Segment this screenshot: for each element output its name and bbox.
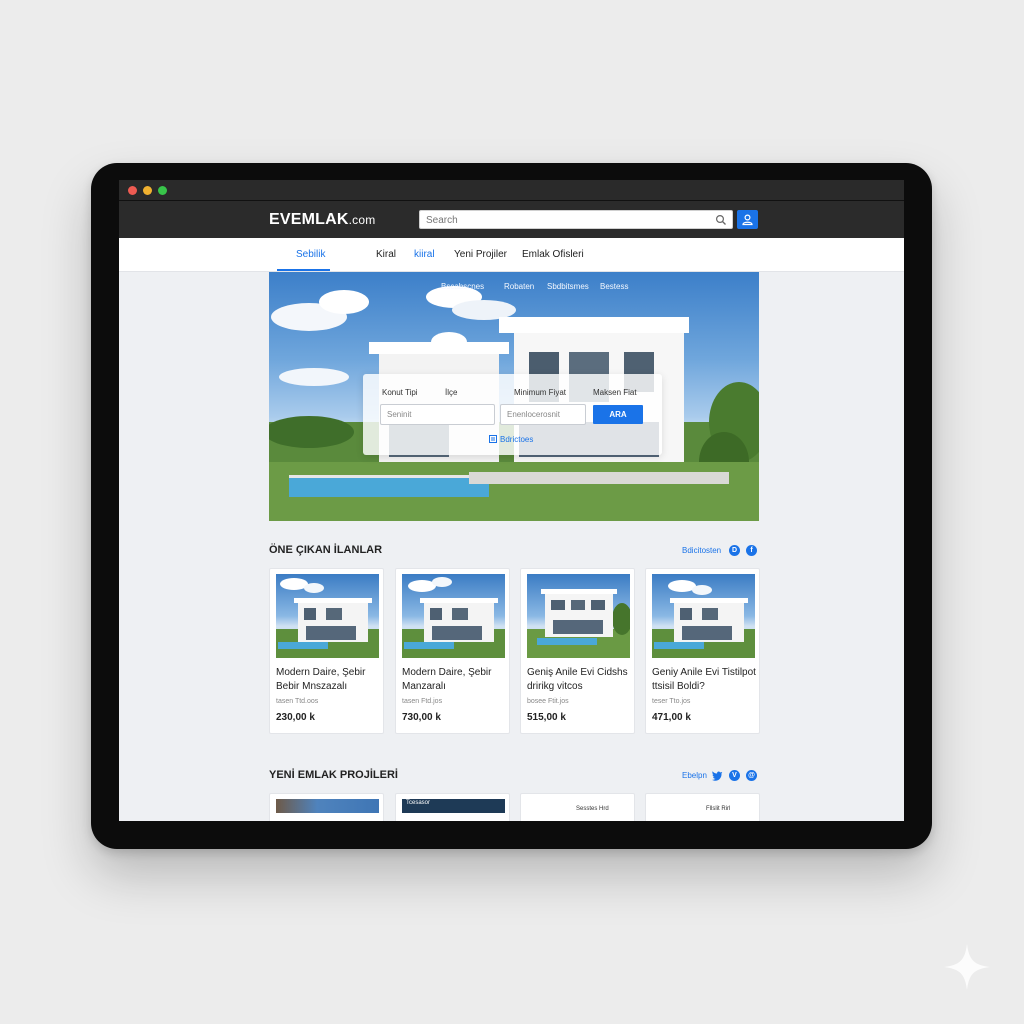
- listing-photo: [402, 574, 505, 658]
- label-konut-tipi: Konut Tipi: [382, 388, 418, 397]
- advanced-search-link[interactable]: Bdrictoes: [489, 435, 533, 444]
- listing-photo: [527, 574, 630, 658]
- minimize-window-dot[interactable]: [143, 186, 152, 195]
- listing-photo: [276, 574, 379, 658]
- user-icon: [742, 214, 753, 226]
- listing-meta: teser Tto.jos: [652, 698, 691, 705]
- listing-meta: tasen Ftd.jos: [402, 698, 443, 705]
- project-photo: [276, 799, 379, 813]
- project-card[interactable]: [269, 793, 384, 821]
- listing-card[interactable]: Modern Daire, Şebir Manzaralı tasen Ftd.…: [395, 568, 510, 734]
- project-card[interactable]: Fllslit Rirl: [645, 793, 760, 821]
- listing-title[interactable]: Modern Daire, Şebir Manzaralı: [402, 666, 508, 694]
- sparkle-icon: [944, 944, 990, 990]
- label-minimum-fiyat: Minimum Fiyat: [514, 388, 567, 397]
- hero-tab-4[interactable]: Bestess: [600, 282, 628, 291]
- vimeo-icon[interactable]: V: [729, 770, 740, 781]
- email-icon[interactable]: @: [746, 770, 757, 781]
- maximize-window-dot[interactable]: [158, 186, 167, 195]
- hero-tab-1[interactable]: Bscabscnes: [441, 282, 484, 291]
- listing-price: 230,00 k: [276, 712, 315, 723]
- close-window-dot[interactable]: [128, 186, 137, 195]
- filter-icon: [489, 435, 497, 443]
- header-search-box: [419, 210, 733, 229]
- featured-prev-icon[interactable]: D: [729, 545, 740, 556]
- min-price-input[interactable]: Enenlocerosnit: [500, 404, 586, 425]
- project-caption: Tcesasor: [406, 800, 431, 806]
- property-search-panel: Konut Tipi İlçe Minimum Fiyat Maksen Fia…: [363, 374, 662, 455]
- featured-see-all-link[interactable]: Bdicitosten: [682, 546, 721, 555]
- advanced-search-label: Bdrictoes: [500, 435, 534, 444]
- label-ilce: İlçe: [445, 388, 458, 397]
- listing-title[interactable]: Geniş Anile Evi Cidshs dririkg vitcos: [527, 666, 633, 694]
- project-card[interactable]: Sesstes Hrd: [520, 793, 635, 821]
- twitter-icon[interactable]: [711, 770, 723, 781]
- listing-price: 515,00 k: [527, 712, 566, 723]
- nav-item-kiral[interactable]: Kiral: [376, 249, 396, 260]
- listing-meta: tasen Ttd.oos: [276, 698, 319, 705]
- search-button[interactable]: ARA: [593, 405, 643, 424]
- search-icon[interactable]: [715, 214, 727, 226]
- listing-title[interactable]: Modern Daire, Şebir Bebir Mnszazalı: [276, 666, 382, 694]
- hero-banner: Bscabscnes Robaten Sbdbitsmes Bestess Ko…: [269, 272, 759, 521]
- featured-section-title: ÖNE ÇIKAN İLANLAR: [269, 544, 383, 556]
- project-caption: Sesstes Hrd: [576, 806, 609, 812]
- nav-item-emlak-ofisleri[interactable]: Emlak Ofisleri: [522, 249, 584, 260]
- active-tab-indicator: [277, 269, 330, 271]
- logo-tld: .com: [348, 213, 376, 227]
- tablet-device: EVEMLAK.com Sebilik Kiral kiiral Yeni Pr…: [91, 163, 932, 849]
- nav-item-yeni-projeler[interactable]: Yeni Projiler: [454, 249, 507, 260]
- nav-item-kiiral[interactable]: kiiral: [414, 249, 435, 260]
- listing-card[interactable]: Geniy Anile Evi Tistilpot ttsisil Boldi?…: [645, 568, 760, 734]
- site-header: EVEMLAK.com: [119, 201, 904, 238]
- projects-section-title: YENİ EMLAK PROJİLERİ: [269, 769, 398, 781]
- projects-see-all-link[interactable]: Ebelpn: [682, 771, 707, 780]
- listing-card[interactable]: Geniş Anile Evi Cidshs dririkg vitcos bo…: [520, 568, 635, 734]
- listing-title[interactable]: Geniy Anile Evi Tistilpot ttsisil Boldi?: [652, 666, 758, 694]
- user-account-button[interactable]: [737, 210, 758, 229]
- logo-main: EVEMLAK: [269, 211, 349, 228]
- listing-price: 471,00 k: [652, 712, 691, 723]
- hero-tab-2[interactable]: Robaten: [504, 282, 534, 291]
- main-nav: Sebilik Kiral kiiral Yeni Projiler Emlak…: [119, 238, 904, 272]
- site-logo[interactable]: EVEMLAK.com: [269, 211, 375, 229]
- project-card[interactable]: Tcesasor: [395, 793, 510, 821]
- featured-next-icon[interactable]: f: [746, 545, 757, 556]
- listing-meta: bosee Ftit.jos: [527, 698, 569, 705]
- konut-tipi-select[interactable]: Seninit: [380, 404, 495, 425]
- listing-card[interactable]: Modern Daire, Şebir Bebir Mnszazalı tase…: [269, 568, 384, 734]
- listing-price: 730,00 k: [402, 712, 441, 723]
- hero-tab-3[interactable]: Sbdbitsmes: [547, 282, 589, 291]
- nav-item-satilik[interactable]: Sebilik: [296, 249, 325, 260]
- browser-screen: EVEMLAK.com Sebilik Kiral kiiral Yeni Pr…: [119, 180, 904, 821]
- listing-photo: [652, 574, 755, 658]
- project-caption: Fllslit Rirl: [706, 806, 731, 812]
- search-input[interactable]: [426, 213, 706, 227]
- label-maksimum-fiyat: Maksen Fiat: [593, 388, 637, 397]
- browser-chrome: [119, 180, 904, 201]
